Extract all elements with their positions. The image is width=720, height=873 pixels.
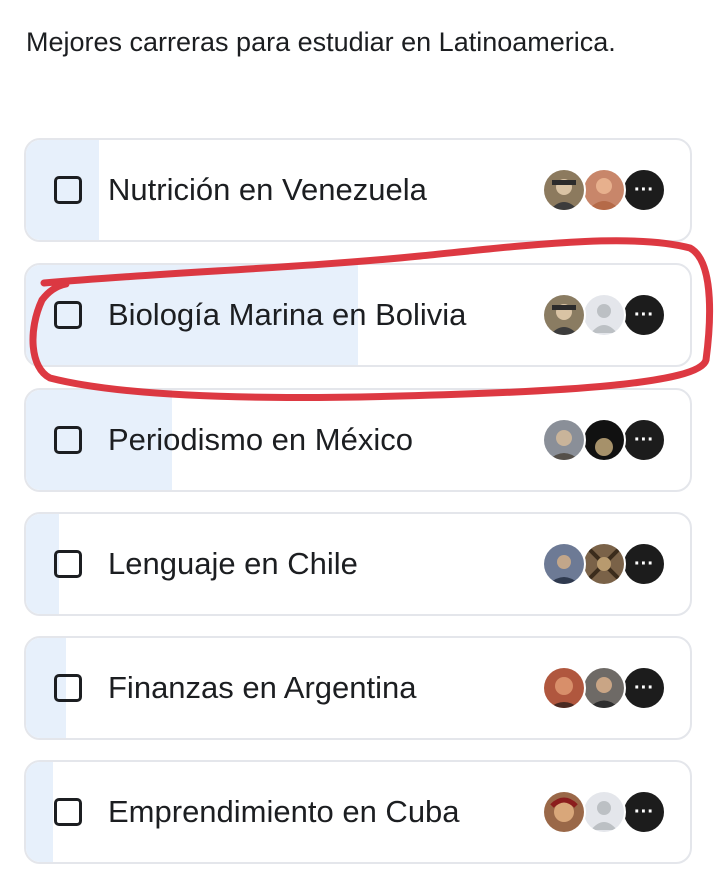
avatar (542, 168, 586, 212)
avatar (542, 418, 586, 462)
more-voters-icon: ··· (622, 418, 666, 462)
poll-option-nutricion-venezuela[interactable]: Nutrición en Venezuela ··· (24, 138, 692, 242)
avatar-placeholder-icon (582, 293, 626, 337)
voter-avatars[interactable]: ··· (542, 168, 668, 212)
more-voters-icon: ··· (622, 790, 666, 834)
option-checkbox[interactable] (54, 176, 82, 204)
option-label: Finanzas en Argentina (108, 670, 417, 705)
vote-fill-bar (26, 762, 53, 862)
more-voters-icon: ··· (622, 293, 666, 337)
voter-avatars[interactable]: ··· (542, 666, 668, 710)
option-checkbox[interactable] (54, 426, 82, 454)
poll-option-periodismo-mexico[interactable]: Periodismo en México ··· (24, 388, 692, 492)
more-voters-icon: ··· (622, 168, 666, 212)
avatar (542, 542, 586, 586)
avatar (582, 418, 626, 462)
avatar (542, 790, 586, 834)
voter-avatars[interactable]: ··· (542, 542, 668, 586)
option-checkbox[interactable] (54, 301, 82, 329)
avatar (542, 293, 586, 337)
poll-question: Mejores carreras para estudiar en Latino… (26, 27, 616, 57)
poll-option-emprendimiento-cuba[interactable]: Emprendimiento en Cuba ··· (24, 760, 692, 864)
poll-option-biologia-marina-bolivia[interactable]: Biología Marina en Bolivia ··· (24, 263, 692, 367)
voter-avatars[interactable]: ··· (542, 293, 668, 337)
option-label: Emprendimiento en Cuba (108, 794, 460, 829)
avatar (582, 666, 626, 710)
option-label: Nutrición en Venezuela (108, 172, 427, 207)
avatar-placeholder-icon (582, 790, 626, 834)
option-label: Biología Marina en Bolivia (108, 297, 467, 332)
poll-option-finanzas-argentina[interactable]: Finanzas en Argentina ··· (24, 636, 692, 740)
voter-avatars[interactable]: ··· (542, 418, 668, 462)
option-label: Periodismo en México (108, 422, 413, 457)
more-voters-icon: ··· (622, 542, 666, 586)
avatar (542, 666, 586, 710)
option-checkbox[interactable] (54, 798, 82, 826)
option-label: Lenguaje en Chile (108, 546, 358, 581)
more-voters-icon: ··· (622, 666, 666, 710)
avatar (582, 542, 626, 586)
avatar (582, 168, 626, 212)
option-checkbox[interactable] (54, 550, 82, 578)
poll-option-lenguaje-chile[interactable]: Lenguaje en Chile ··· (24, 512, 692, 616)
option-checkbox[interactable] (54, 674, 82, 702)
voter-avatars[interactable]: ··· (542, 790, 668, 834)
